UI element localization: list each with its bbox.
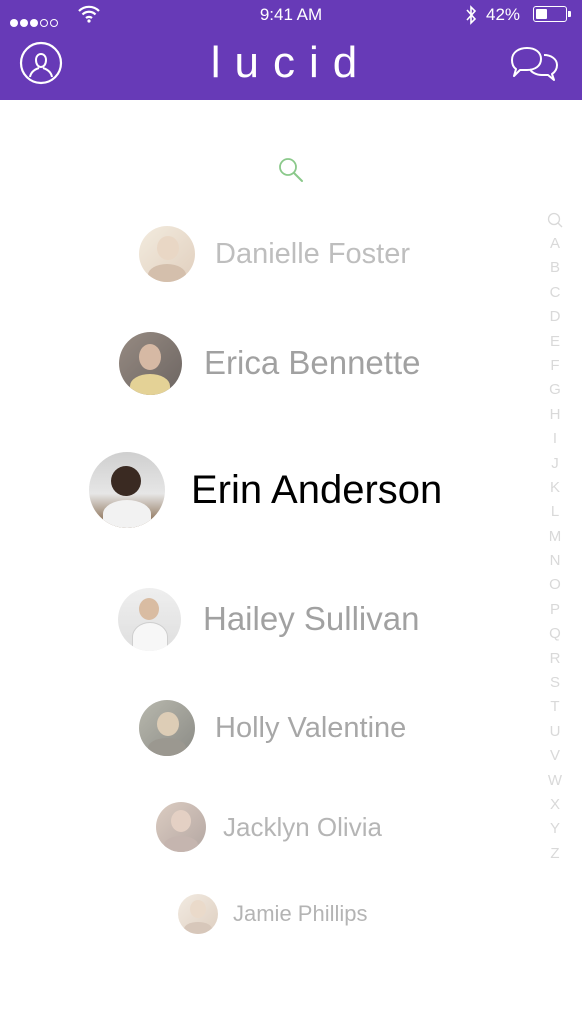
contact-name: Holly Valentine — [215, 711, 407, 744]
contact-name: Erin Anderson — [191, 467, 443, 512]
app-title: lucid — [210, 38, 372, 87]
avatar — [178, 894, 218, 934]
avatar — [89, 452, 165, 528]
contact-row[interactable]: Hailey Sullivan — [118, 587, 582, 651]
index-letter[interactable]: S — [544, 671, 566, 695]
index-letter[interactable]: Z — [544, 842, 566, 866]
battery-level — [536, 9, 547, 19]
index-letter[interactable]: K — [544, 476, 566, 500]
index-letter[interactable]: P — [544, 598, 566, 622]
index-letter[interactable]: C — [544, 281, 566, 305]
index-letter[interactable]: L — [544, 500, 566, 524]
battery-icon — [533, 6, 571, 22]
bluetooth-icon — [466, 5, 477, 25]
contact-row[interactable]: Jamie Phillips — [178, 894, 582, 934]
chat-button[interactable] — [508, 44, 560, 84]
index-letter[interactable]: M — [544, 525, 566, 549]
index-letters: ABCDEFGHIJKLMNOPQRSTUVWXYZ — [544, 232, 566, 866]
index-letter[interactable]: T — [544, 695, 566, 719]
navigation-bar: 9:41 AM 42% lucid — [0, 0, 582, 100]
index-letter[interactable]: N — [544, 549, 566, 573]
contact-row[interactable]: Danielle Foster — [139, 226, 582, 282]
index-letter[interactable]: I — [544, 427, 566, 451]
index-letter[interactable]: B — [544, 256, 566, 280]
avatar — [156, 802, 206, 852]
index-letter[interactable]: R — [544, 647, 566, 671]
alphabet-index[interactable]: ABCDEFGHIJKLMNOPQRSTUVWXYZ — [544, 210, 566, 866]
contact-row[interactable]: Erica Bennette — [119, 331, 582, 395]
index-letter[interactable]: Y — [544, 817, 566, 841]
index-letter[interactable]: X — [544, 793, 566, 817]
contact-name: Hailey Sullivan — [203, 600, 420, 637]
contact-row[interactable]: Jacklyn Olivia — [156, 802, 582, 852]
chat-bubbles-icon — [511, 47, 558, 81]
index-letter[interactable]: H — [544, 403, 566, 427]
battery-percent: 42% — [486, 5, 521, 24]
index-letter[interactable]: O — [544, 573, 566, 597]
contact-row[interactable]: Holly Valentine — [139, 700, 582, 756]
index-letter[interactable]: V — [544, 744, 566, 768]
contact-name: Jacklyn Olivia — [223, 811, 382, 842]
index-letter[interactable]: G — [544, 378, 566, 402]
avatar — [118, 587, 181, 651]
contact-row-selected[interactable]: Erin Anderson — [89, 452, 582, 528]
contact-name: Erica Bennette — [204, 344, 421, 381]
contact-name: Danielle Foster — [215, 237, 411, 270]
avatar — [139, 226, 195, 282]
index-letter[interactable]: U — [544, 720, 566, 744]
status-bar: 9:41 AM 42% — [0, 0, 582, 30]
avatar — [139, 700, 195, 756]
contact-name: Jamie Phillips — [233, 901, 368, 926]
index-letter[interactable]: E — [544, 330, 566, 354]
index-letter[interactable]: W — [544, 769, 566, 793]
index-search-icon[interactable] — [544, 210, 566, 232]
search-button[interactable] — [276, 155, 306, 185]
index-letter[interactable]: D — [544, 305, 566, 329]
index-letter[interactable]: J — [544, 452, 566, 476]
search-icon — [279, 158, 303, 182]
index-letter[interactable]: A — [544, 232, 566, 256]
index-letter[interactable]: F — [544, 354, 566, 378]
avatar — [119, 331, 182, 395]
index-letter[interactable]: Q — [544, 622, 566, 646]
